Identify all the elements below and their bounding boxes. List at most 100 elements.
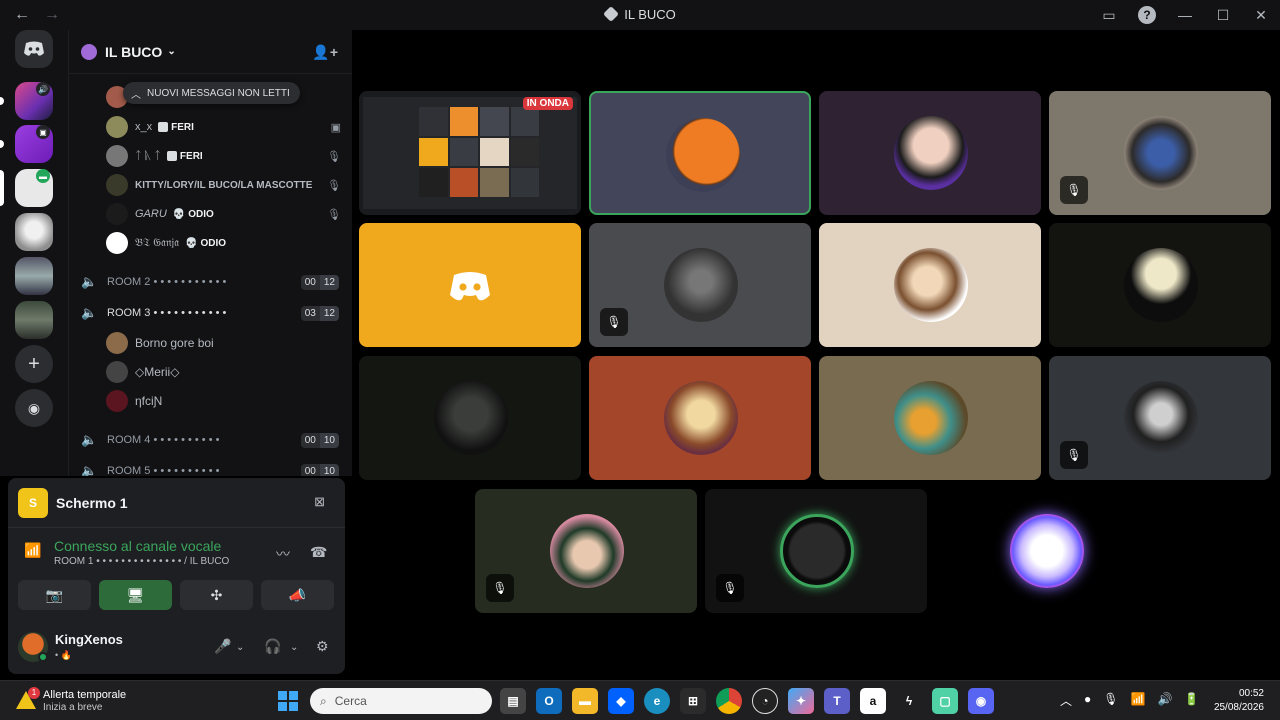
edge-icon[interactable]: e xyxy=(644,688,670,714)
avatar xyxy=(1124,116,1198,190)
volume-icon[interactable]: 🔊 xyxy=(1157,692,1172,709)
chevron-down-icon[interactable]: ⌄ xyxy=(290,642,298,653)
avatar xyxy=(1010,514,1084,588)
avatar xyxy=(780,514,854,588)
channel-list: IL BUCO ⌄ 👤+ ︿ NUOVI MESSAGGI NON LETTI … xyxy=(68,30,352,476)
avatar xyxy=(664,248,738,322)
participant-tile[interactable] xyxy=(935,489,1157,613)
muted-mic-icon: 🎙 xyxy=(327,150,341,163)
voice-member[interactable]: ηfciƝ xyxy=(106,388,341,414)
signal-icon: 📶 xyxy=(24,542,42,558)
tray-app-icon[interactable]: ● xyxy=(1084,692,1091,709)
server-icon-6[interactable] xyxy=(15,301,53,339)
new-messages-pill[interactable]: ︿ NUOVI MESSAGGI NON LETTI xyxy=(123,82,300,104)
server-icon-5[interactable] xyxy=(15,257,53,295)
voice-channel-room-3[interactable]: 🔈 ROOM 3 • • • • • • • • • • • 03 12 xyxy=(81,302,339,324)
help-icon[interactable]: ? xyxy=(1138,6,1156,24)
close-button[interactable]: ✕ xyxy=(1242,7,1280,24)
weather-widget[interactable]: 1 Allerta temporale Inizia a breve xyxy=(16,687,216,715)
app-icon[interactable]: ▢ xyxy=(932,688,958,714)
voice-member[interactable]: Borno gore boi xyxy=(106,330,341,356)
window-title: IL BUCO xyxy=(0,6,1280,22)
microphone-icon[interactable]: 🎤 xyxy=(214,638,231,655)
noise-suppression-icon[interactable]: 〰 xyxy=(276,544,290,564)
amazon-icon[interactable]: a xyxy=(860,688,886,714)
start-button[interactable] xyxy=(278,691,298,711)
chevron-down-icon[interactable]: ⌄ xyxy=(236,642,244,653)
voice-channel-room-5[interactable]: 🔈 ROOM 5 • • • • • • • • • • 00 10 xyxy=(81,460,339,476)
voice-member[interactable]: KITTY/LORY/IL BUCO/LA MASCOTTE 🎙 xyxy=(106,172,341,198)
stream-tile[interactable]: IN ONDA xyxy=(359,91,581,215)
server-icon-4[interactable] xyxy=(15,213,53,251)
teams-icon[interactable]: T xyxy=(824,688,850,714)
inbox-icon[interactable]: ▭ xyxy=(1100,6,1118,24)
stop-stream-icon[interactable]: ⊠ xyxy=(314,494,325,510)
participant-tile[interactable]: 🎙 xyxy=(1049,91,1271,215)
participant-tile[interactable] xyxy=(359,223,581,347)
battery-icon[interactable]: 🔋 xyxy=(1184,692,1199,709)
settings-gear-icon[interactable]: ⚙ xyxy=(316,638,329,655)
title-bar: ← → IL BUCO ▭ ? — ☐ ✕ xyxy=(0,0,1280,30)
participant-tile[interactable] xyxy=(819,356,1041,480)
roblox-icon: ▣ xyxy=(330,121,341,134)
add-user-icon[interactable]: 👤+ xyxy=(312,44,338,61)
voice-channel-room-4[interactable]: 🔈 ROOM 4 • • • • • • • • • • 00 10 xyxy=(81,429,339,451)
voice-channel-room-2[interactable]: 🔈 ROOM 2 • • • • • • • • • • • 00 12 xyxy=(81,271,339,293)
search-icon: ⌕ xyxy=(320,693,327,708)
voice-member[interactable]: x_x FERI ▣ xyxy=(106,114,341,140)
participant-tile[interactable]: 🎙 xyxy=(1049,356,1271,480)
server-header[interactable]: IL BUCO ⌄ 👤+ xyxy=(69,30,352,74)
minimize-button[interactable]: — xyxy=(1166,7,1204,23)
voice-member[interactable]: ◇Merii◇ xyxy=(106,359,341,385)
avatar xyxy=(894,116,968,190)
clock[interactable]: 00:52 25/08/2026 xyxy=(1214,687,1264,715)
bolt-icon[interactable]: ϟ xyxy=(896,688,922,714)
chrome-icon[interactable] xyxy=(716,688,742,714)
add-server-icon[interactable]: + xyxy=(15,345,53,383)
wifi-icon[interactable]: 📶 xyxy=(1131,692,1146,709)
participant-tile[interactable] xyxy=(819,223,1041,347)
camera-off-button[interactable]: 📷 xyxy=(18,580,91,610)
skull-icon: 💀 xyxy=(172,208,186,220)
user-info[interactable]: KingXenos • 🔥 🎤 ⌄ 🎧 ⌄ ⚙ xyxy=(18,628,338,668)
screen-share-button[interactable]: 🖥 xyxy=(99,580,172,610)
voice-member[interactable]: GARU 💀 ODIO 🎙 xyxy=(106,201,341,227)
voice-member[interactable]: ᛏ ᚣ ᛏ FERI 🎙 xyxy=(106,143,341,169)
headphones-icon[interactable]: 🎧 xyxy=(264,638,281,655)
participant-tile[interactable]: 🎙 xyxy=(475,489,697,613)
search-box[interactable]: ⌕ Cerca xyxy=(310,688,492,714)
dropbox-icon[interactable]: ◆ xyxy=(608,688,634,714)
copilot-icon[interactable]: ✦ xyxy=(788,688,814,714)
participant-tile-speaking[interactable]: 🎙 xyxy=(705,489,927,613)
activities-button[interactable]: ✣ xyxy=(180,580,253,610)
participant-tile[interactable]: 🎙 xyxy=(589,223,811,347)
discord-taskbar-icon[interactable]: ◉ xyxy=(968,688,994,714)
participant-tile[interactable] xyxy=(1049,223,1271,347)
voice-stage: IN ONDA 🎙 🎙 🎙 🎙 🎙 xyxy=(352,30,1280,680)
muted-mic-icon: 🎙 xyxy=(486,574,514,602)
discord-home-icon[interactable] xyxy=(15,30,53,68)
avatar xyxy=(894,248,968,322)
chevron-up-icon[interactable]: ︿ xyxy=(1060,692,1072,709)
participant-tile[interactable] xyxy=(819,91,1041,215)
explore-icon[interactable]: ◉ xyxy=(15,389,53,427)
task-view-icon[interactable]: ▤ xyxy=(500,688,526,714)
store-icon[interactable]: ⊞ xyxy=(680,688,706,714)
stream-preview[interactable]: S Schermo 1 ⊠ xyxy=(8,478,345,528)
outlook-icon[interactable]: O xyxy=(536,688,562,714)
muted-mic-icon: 🎙 xyxy=(600,308,628,336)
voice-member[interactable]: 𝔅𝔗 𝔊𝔞𝔫𝔧𝔞 💀 ODIO xyxy=(106,230,341,256)
disconnect-icon[interactable]: ☎ xyxy=(310,544,327,561)
participant-tile-speaking[interactable] xyxy=(589,91,811,215)
chevron-down-icon: ⌄ xyxy=(167,46,176,57)
obs-icon[interactable]: ◔ xyxy=(752,688,778,714)
speaker-icon: 🔈 xyxy=(81,274,98,289)
file-explorer-icon[interactable]: ▬ xyxy=(572,688,598,714)
chevron-up-icon: ︿ xyxy=(131,89,141,101)
microphone-icon[interactable]: 🎙 xyxy=(1103,692,1118,709)
muted-mic-icon: 🎙 xyxy=(327,208,341,221)
participant-tile[interactable] xyxy=(359,356,581,480)
maximize-button[interactable]: ☐ xyxy=(1204,7,1242,24)
participant-tile[interactable] xyxy=(589,356,811,480)
soundboard-button[interactable]: 📣 xyxy=(261,580,334,610)
